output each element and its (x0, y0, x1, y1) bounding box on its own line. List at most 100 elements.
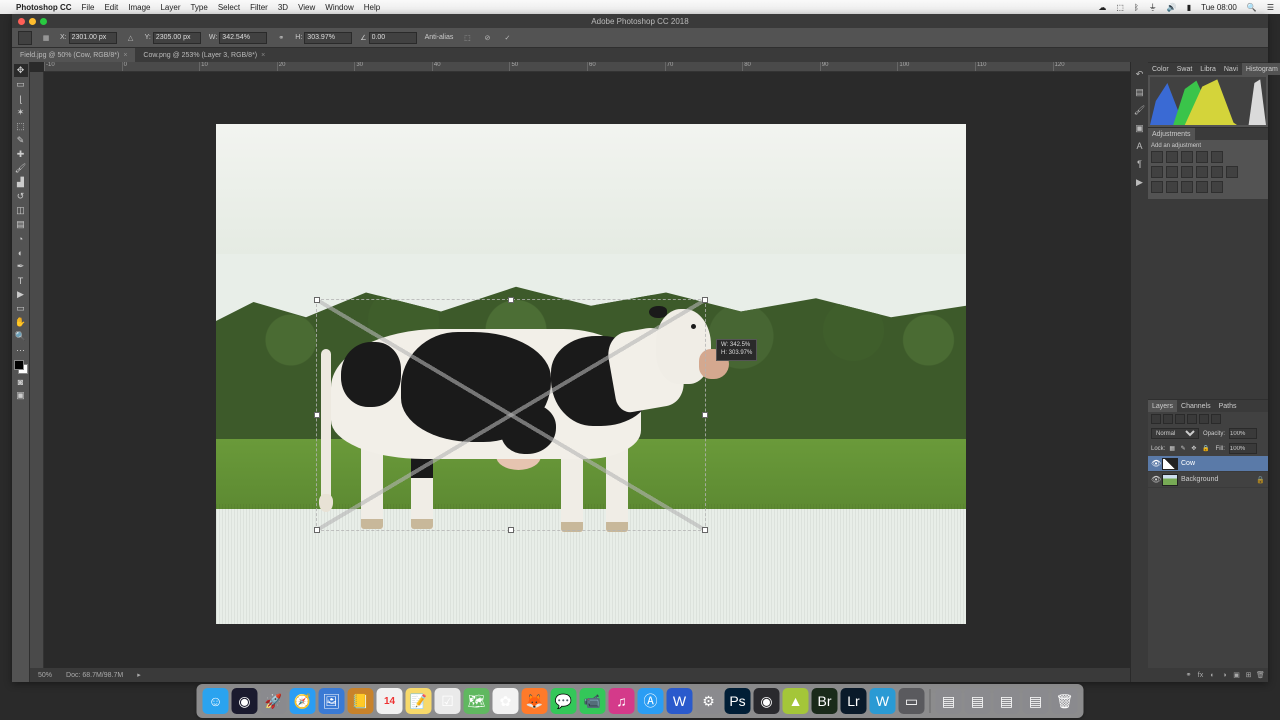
transform-x-input[interactable] (69, 32, 117, 44)
dock-word[interactable]: W (667, 688, 693, 714)
dock-wordp[interactable]: W (870, 688, 896, 714)
home-button[interactable] (18, 31, 32, 45)
path-select-tool[interactable]: ▶ (14, 288, 28, 301)
move-tool[interactable]: ✥ (14, 64, 28, 77)
layer-thumbnail[interactable] (1162, 474, 1178, 486)
adj-bw[interactable] (1181, 166, 1193, 178)
new-layer-icon[interactable]: ⊞ (1244, 671, 1253, 680)
tab-histogram[interactable]: Histogram (1242, 63, 1280, 75)
dock-calendar[interactable]: 14 (377, 688, 403, 714)
adj-hue[interactable] (1151, 166, 1163, 178)
adj-levels[interactable] (1166, 151, 1178, 163)
canvas-area[interactable]: -100102030405060708090100110120 (30, 62, 1130, 682)
dodge-tool[interactable]: ◐ (14, 246, 28, 259)
tab-swatches[interactable]: Swat (1173, 63, 1197, 75)
collapsed-character-icon[interactable]: A (1134, 140, 1146, 152)
collapsed-properties-icon[interactable]: ▤ (1134, 86, 1146, 98)
tab-cow[interactable]: Cow.png @ 253% (Layer 3, RGB/8*)× (135, 48, 273, 62)
tab-channels[interactable]: Channels (1177, 400, 1215, 412)
status-chevron-icon[interactable]: ▸ (137, 671, 141, 679)
adj-lookup[interactable] (1226, 166, 1238, 178)
layer-mask-icon[interactable]: ◐ (1208, 671, 1217, 680)
status-bluetooth-icon[interactable]: ᛒ (1134, 3, 1139, 12)
quick-mask-tool[interactable]: ◙ (14, 375, 28, 388)
menu-3d[interactable]: 3D (278, 3, 288, 12)
status-clock[interactable]: Tue 08:00 (1201, 3, 1237, 12)
tab-layers[interactable]: Layers (1148, 400, 1177, 412)
filter-shape-icon[interactable] (1199, 414, 1209, 424)
clone-stamp-tool[interactable]: ▟ (14, 176, 28, 189)
dock-trash[interactable]: 🗑 (1052, 688, 1078, 714)
menu-select[interactable]: Select (218, 3, 240, 12)
status-battery-icon[interactable]: ▮ (1187, 3, 1191, 12)
tab-paths[interactable]: Paths (1215, 400, 1241, 412)
filter-pixel-icon[interactable] (1163, 414, 1173, 424)
collapsed-history-icon[interactable]: ↶ (1134, 68, 1146, 80)
menu-type[interactable]: Type (190, 3, 207, 12)
tab-color[interactable]: Color (1148, 63, 1173, 75)
delta-icon[interactable]: △ (125, 32, 137, 44)
vertical-ruler[interactable] (30, 72, 44, 668)
adj-selective[interactable] (1211, 181, 1223, 193)
dock-contacts[interactable]: 📒 (348, 688, 374, 714)
screen-mode-tool[interactable]: ▣ (14, 389, 28, 402)
lasso-tool[interactable]: ɭ (14, 92, 28, 105)
adj-posterize[interactable] (1166, 181, 1178, 193)
dock-launchpad[interactable]: 🚀 (261, 688, 287, 714)
dock-finder[interactable]: ☺ (203, 688, 229, 714)
app-name[interactable]: Photoshop CC (16, 3, 72, 12)
filter-kind[interactable] (1151, 414, 1161, 424)
transform-w-input[interactable] (219, 32, 267, 44)
blur-tool[interactable]: ◔ (14, 232, 28, 245)
window-minimize-button[interactable] (29, 18, 36, 25)
dock-preview[interactable]: 🖼 (319, 688, 345, 714)
adj-mixer[interactable] (1211, 166, 1223, 178)
tab-field[interactable]: Field.jpg @ 50% (Cow, RGB/8*)× (12, 48, 135, 62)
status-search-icon[interactable]: 🔍 (1247, 3, 1257, 12)
dock-lightroom[interactable]: Lr (841, 688, 867, 714)
eraser-tool[interactable]: ◫ (14, 204, 28, 217)
window-titlebar[interactable]: Adobe Photoshop CC 2018 (12, 14, 1268, 28)
healing-brush-tool[interactable]: ✚ (14, 148, 28, 161)
adj-invert[interactable] (1151, 181, 1163, 193)
adj-threshold[interactable] (1181, 181, 1193, 193)
collapsed-clone-icon[interactable]: ▣ (1134, 122, 1146, 134)
quick-select-tool[interactable]: ✶ (14, 106, 28, 119)
menu-view[interactable]: View (298, 3, 315, 12)
hand-tool[interactable]: ✋ (14, 316, 28, 329)
status-cloud-icon[interactable]: ☁ (1098, 3, 1106, 12)
collapsed-paragraph-icon[interactable]: ¶ (1134, 158, 1146, 170)
collapsed-actions-icon[interactable]: ▶ (1134, 176, 1146, 188)
transform-y-input[interactable] (153, 32, 201, 44)
layer-name[interactable]: Background (1181, 476, 1218, 483)
document-canvas[interactable]: W: 342.5%H: 303.97% (216, 124, 966, 624)
tab-navigator[interactable]: Navi (1220, 63, 1242, 75)
menu-image[interactable]: Image (128, 3, 150, 12)
menu-file[interactable]: File (82, 3, 95, 12)
menu-help[interactable]: Help (364, 3, 380, 12)
link-wh-icon[interactable]: ⚭ (275, 32, 287, 44)
layer-cow[interactable]: 👁 Cow (1148, 456, 1268, 472)
horizontal-ruler[interactable]: -100102030405060708090100110120 (44, 62, 1130, 72)
type-tool[interactable]: T (14, 274, 28, 287)
link-layers-icon[interactable]: ⚭ (1184, 671, 1193, 680)
dock-messages[interactable]: 💬 (551, 688, 577, 714)
dock-android[interactable]: ▲ (783, 688, 809, 714)
transform-origin-icon[interactable]: ▦ (40, 32, 52, 44)
brush-tool[interactable]: 🖌 (14, 162, 28, 175)
tab-libraries[interactable]: Libra (1196, 63, 1220, 75)
dock-screenshot2[interactable]: ▤ (994, 688, 1020, 714)
filter-smart-icon[interactable] (1211, 414, 1221, 424)
status-notifications-icon[interactable]: ☰ (1267, 3, 1274, 12)
adj-vibrance[interactable] (1211, 151, 1223, 163)
adj-exposure[interactable] (1196, 151, 1208, 163)
zoom-tool[interactable]: 🔍 (14, 330, 28, 343)
shape-tool[interactable]: ▭ (14, 302, 28, 315)
layer-background[interactable]: 👁 Background 🔒 (1148, 472, 1268, 488)
delete-layer-icon[interactable]: 🗑 (1256, 671, 1265, 680)
visibility-icon[interactable]: 👁 (1151, 475, 1159, 484)
dock-safari[interactable]: 🧭 (290, 688, 316, 714)
window-close-button[interactable] (18, 18, 25, 25)
adj-gradient-map[interactable] (1196, 181, 1208, 193)
tab-adjustments[interactable]: Adjustments (1148, 128, 1195, 140)
